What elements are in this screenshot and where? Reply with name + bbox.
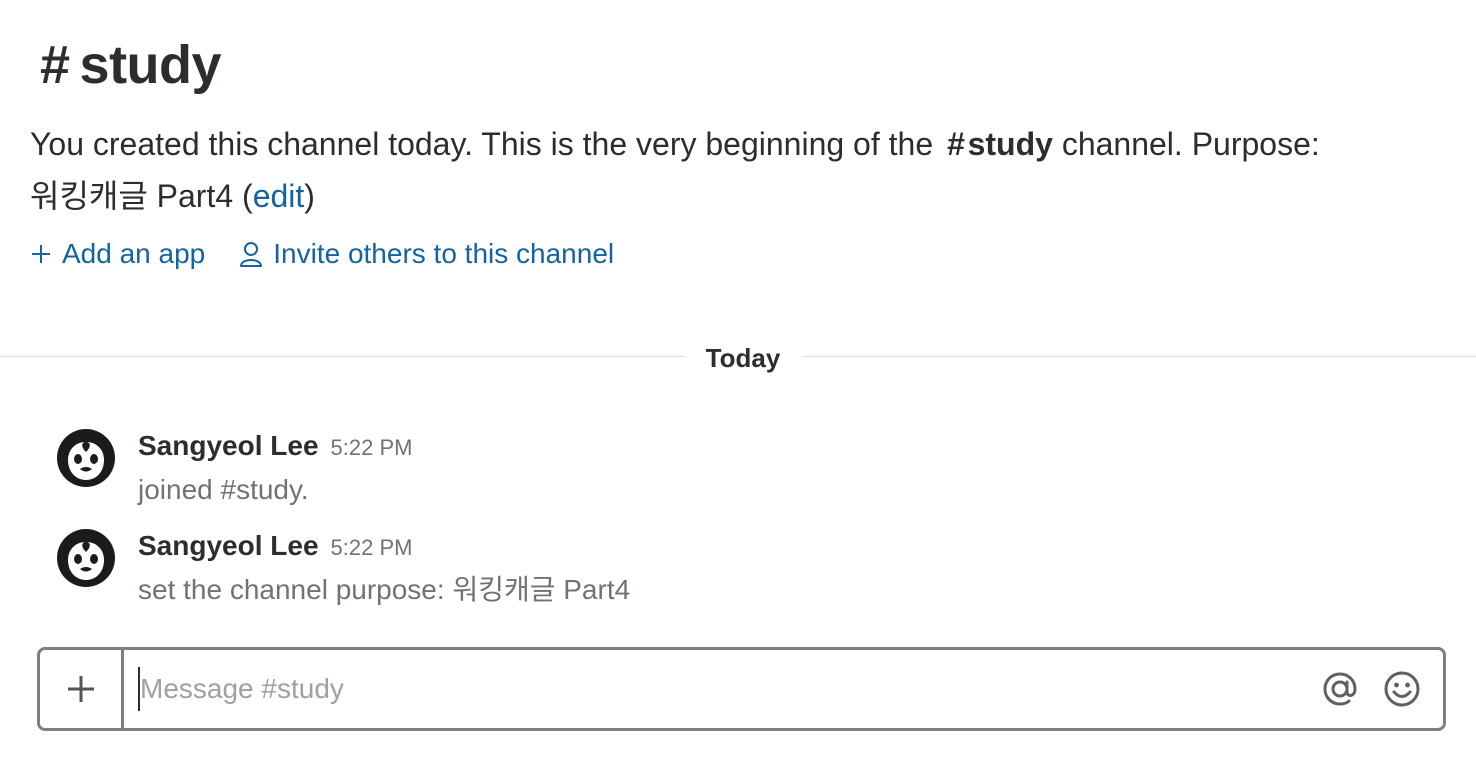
add-app-button[interactable]: Add an app (30, 232, 205, 276)
at-icon[interactable] (1321, 670, 1359, 708)
sender-name[interactable]: Sangyeol Lee (138, 528, 319, 564)
smiley-icon[interactable] (1383, 670, 1421, 708)
intro-text-after: channel. Purpose: (1052, 126, 1320, 162)
invite-others-button[interactable]: Invite others to this channel (239, 232, 614, 276)
add-app-label: Add an app (62, 238, 206, 269)
channel-view: # study You created this channel today. … (0, 0, 1476, 760)
date-divider-label: Today (684, 338, 802, 378)
composer-attach-button[interactable] (40, 650, 124, 728)
message-input[interactable] (138, 667, 1297, 711)
intro-purpose: 워킹캐글 Part4 (30, 178, 234, 214)
intro-channel-ref[interactable]: # study (947, 126, 1053, 162)
invite-others-label: Invite others to this channel (273, 238, 615, 269)
avatar[interactable] (56, 428, 116, 488)
message-item: Sangyeol Lee 5:22 PM joined #study. (56, 428, 1436, 528)
message-timestamp[interactable]: 5:22 PM (331, 530, 413, 566)
penguin-avatar-icon (57, 429, 115, 487)
message-header: Sangyeol Lee 5:22 PM (138, 428, 412, 466)
channel-intro: You created this channel today. This is … (30, 126, 1320, 214)
composer-tools (1297, 670, 1421, 708)
channel-hash: # (40, 35, 70, 95)
message-composer (37, 647, 1446, 731)
channel-title: # study (40, 30, 222, 100)
channel-name: study (79, 35, 222, 95)
sender-name[interactable]: Sangyeol Lee (138, 428, 319, 464)
avatar[interactable] (56, 528, 116, 588)
message-text: joined #study. (138, 474, 309, 505)
penguin-avatar-icon (57, 529, 115, 587)
message-text: set the channel purpose: 워킹캐글 Part4 (138, 574, 631, 605)
plus-icon (67, 676, 94, 702)
message-item: Sangyeol Lee 5:22 PM set the channel pur… (56, 528, 1436, 628)
edit-purpose-link[interactable]: edit (253, 178, 305, 214)
channel-actions: Add an app Invite others to this channel (30, 232, 614, 276)
message-header: Sangyeol Lee 5:22 PM (138, 528, 412, 566)
plus-icon (30, 243, 52, 265)
intro-text: You created this channel today. This is … (30, 126, 934, 162)
person-icon (239, 241, 263, 267)
message-timestamp[interactable]: 5:22 PM (331, 430, 413, 466)
